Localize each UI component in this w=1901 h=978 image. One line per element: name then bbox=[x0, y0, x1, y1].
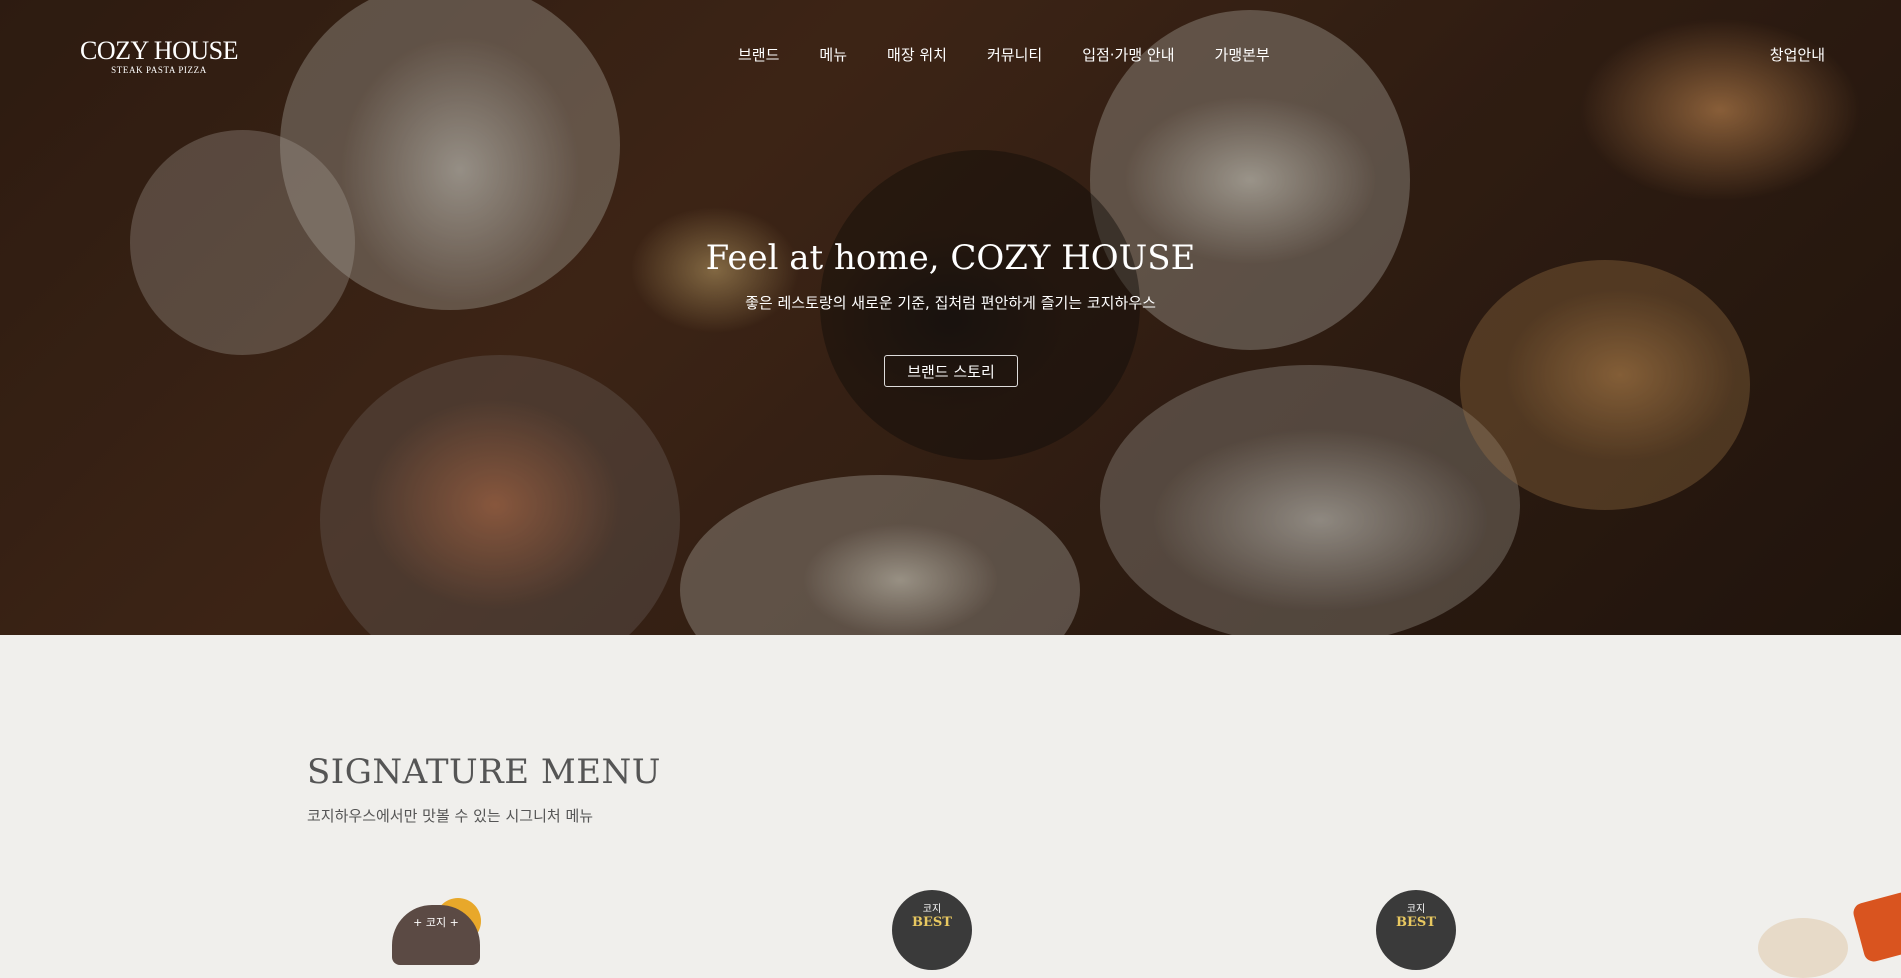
best-badge-top: 코지 bbox=[1406, 904, 1426, 915]
hero-overlay bbox=[0, 0, 1901, 635]
nav-item-headquarters[interactable]: 가맹본부 bbox=[1215, 44, 1270, 65]
hero-subtitle: 좋은 레스토랑의 새로운 기준, 집처럼 편안하게 즐기는 코지하우스 bbox=[745, 294, 1156, 312]
logo-wordmark: COZY HOUSE bbox=[80, 36, 238, 65]
nav-item-franchise-info[interactable]: 입점·가맹 안내 bbox=[1082, 44, 1174, 65]
nav-item-menu[interactable]: 메뉴 bbox=[819, 44, 847, 65]
nav-item-store-location[interactable]: 매장 위치 bbox=[887, 44, 947, 65]
best-badge-top: 코지 bbox=[922, 904, 942, 915]
nav-startup-guide[interactable]: 창업안내 bbox=[1770, 44, 1825, 65]
section-subtitle: 코지하우스에서만 맛볼 수 있는 시그니처 메뉴 bbox=[307, 807, 594, 825]
menu-item-thumbnail[interactable] bbox=[1758, 918, 1848, 978]
nav-item-brand[interactable]: 브랜드 bbox=[738, 44, 779, 65]
logo-tagline: STEAK PASTA PIZZA bbox=[111, 65, 207, 75]
hero-section: COZY HOUSE STEAK PASTA PIZZA 브랜드 메뉴 매장 위… bbox=[0, 0, 1901, 635]
new-badge-label: + 코지 + bbox=[413, 916, 459, 929]
best-badge: 코지 BEST bbox=[1376, 890, 1456, 970]
best-badge-label: BEST bbox=[912, 915, 952, 930]
best-badge: 코지 BEST bbox=[892, 890, 972, 970]
section-title: SIGNATURE MENU bbox=[307, 752, 661, 792]
brand-story-button[interactable]: 브랜드 스토리 bbox=[884, 355, 1018, 387]
brand-logo[interactable]: COZY HOUSE STEAK PASTA PIZZA bbox=[80, 36, 238, 76]
best-badge-label: BEST bbox=[1396, 915, 1436, 930]
nav-item-community[interactable]: 커뮤니티 bbox=[987, 44, 1042, 65]
corner-tag-icon bbox=[1851, 890, 1901, 964]
main-navigation: 브랜드 메뉴 매장 위치 커뮤니티 입점·가맹 안내 가맹본부 bbox=[738, 44, 1310, 65]
hero-title: Feel at home, COZY HOUSE bbox=[705, 238, 1196, 278]
